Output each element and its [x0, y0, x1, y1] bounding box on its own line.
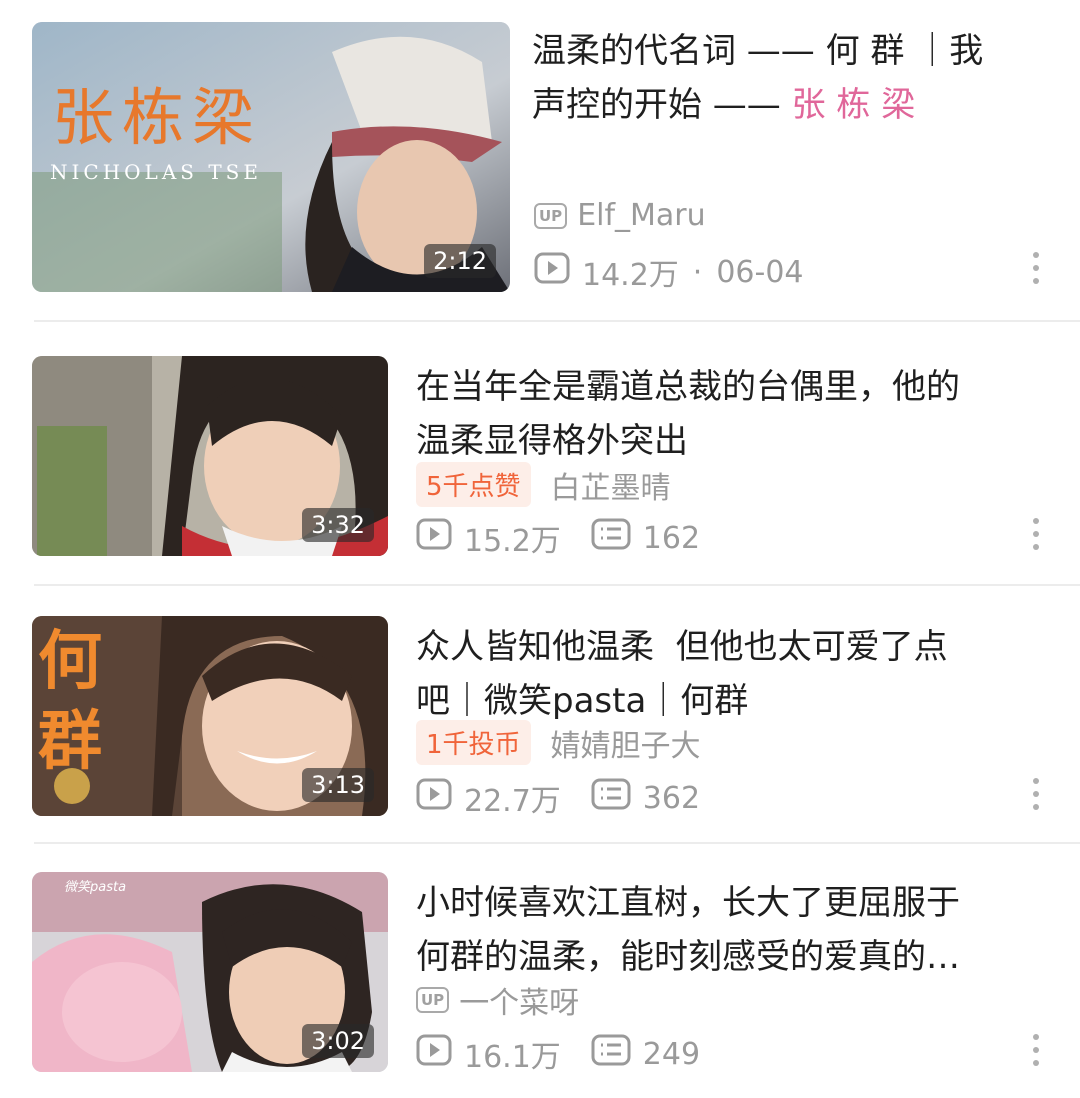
- video-title-highlight: 张 栋 梁: [791, 85, 916, 125]
- video-title[interactable]: 众人皆知他温柔 但他也太可爱了点 吧｜微笑pasta｜何群: [416, 620, 948, 728]
- danmaku-count-icon: [591, 1034, 631, 1074]
- stats-row: 15.2万 162: [416, 516, 700, 560]
- uploader-name[interactable]: 白芷墨晴: [551, 463, 671, 507]
- thumbnail-logo-overlay: 微笑pasta: [64, 880, 127, 895]
- publish-date: 06-04: [716, 254, 804, 290]
- view-count: 14.2万: [582, 258, 679, 293]
- divider: [34, 842, 1080, 844]
- play-count-icon: [416, 778, 452, 818]
- more-vertical-icon[interactable]: [1032, 1034, 1040, 1070]
- video-title[interactable]: 小时候喜欢江直树，长大了更屈服于 何群的温柔，能时刻感受的爱真的…: [416, 876, 960, 984]
- uploader-name[interactable]: Elf_Maru: [577, 198, 705, 233]
- video-duration: 3:13: [302, 768, 374, 802]
- coin-count-tag: 1千投币: [416, 720, 531, 765]
- comment-count: 162: [642, 520, 701, 556]
- video-duration: 3:32: [302, 508, 374, 542]
- comment-count: 362: [642, 780, 701, 816]
- play-count-icon: [416, 1034, 452, 1074]
- video-title-line-1: 温柔的代名词 —— 何 群 ｜我: [532, 31, 984, 71]
- video-title-line-1: 小时候喜欢江直树，长大了更屈服于: [416, 883, 960, 923]
- separator: ·: [692, 254, 703, 290]
- uploader-name[interactable]: 婧婧胆子大: [551, 721, 701, 765]
- video-card-3[interactable]: 何群 3:13 众人皆知他温柔 但他也太可爱了点 吧｜微笑pasta｜何群 1千…: [0, 590, 1080, 840]
- more-vertical-icon[interactable]: [1032, 518, 1040, 554]
- video-title-line-1: 众人皆知他温柔 但他也太可爱了点: [416, 627, 948, 667]
- video-card-4[interactable]: 微笑pasta 3:02 小时候喜欢江直树，长大了更屈服于 何群的温柔，能时刻感…: [0, 846, 1080, 1098]
- thumbnail-subtitle-overlay: NICHOLAS TSE: [50, 160, 262, 184]
- more-vertical-icon[interactable]: [1032, 252, 1040, 288]
- like-count-tag: 5千点赞: [416, 462, 531, 507]
- more-vertical-icon[interactable]: [1032, 778, 1040, 814]
- uploader-row[interactable]: UP Elf_Maru: [534, 198, 706, 233]
- uploader-row[interactable]: 1千投币 婧婧胆子大: [416, 720, 701, 765]
- uploader-badge-icon: UP: [534, 202, 568, 229]
- view-count: 15.2万: [464, 524, 561, 559]
- video-title-line-2: 声控的开始 —— 张 栋 梁: [532, 78, 983, 132]
- thumbnail-title-overlay: 何群: [38, 624, 102, 779]
- video-thumbnail-1[interactable]: 张栋梁 NICHOLAS TSE 2:12: [32, 22, 510, 292]
- video-title-line-2: 温柔显得格外突出: [416, 421, 688, 461]
- video-thumbnail-2[interactable]: 3:32: [32, 356, 388, 556]
- video-title[interactable]: 在当年全是霸道总裁的台偶里，他的 温柔显得格外突出: [416, 360, 960, 468]
- uploader-row[interactable]: UP 一个菜呀: [416, 978, 579, 1022]
- video-thumbnail-4[interactable]: 微笑pasta 3:02: [32, 872, 388, 1072]
- video-card-1[interactable]: 张栋梁 NICHOLAS TSE 2:12 温柔的代名词 —— 何 群 ｜我 声…: [0, 0, 1080, 320]
- video-title-line-1: 在当年全是霸道总裁的台偶里，他的: [416, 367, 960, 407]
- video-title-line-2: 何群的温柔，能时刻感受的爱真的…: [416, 937, 960, 977]
- stats-row: 16.1万 249: [416, 1032, 700, 1076]
- danmaku-count-icon: [591, 778, 631, 818]
- uploader-name[interactable]: 一个菜呀: [459, 978, 579, 1022]
- play-count-icon: [534, 252, 570, 292]
- view-count: 16.1万: [464, 1040, 561, 1075]
- view-count: 22.7万: [464, 784, 561, 819]
- play-count-icon: [416, 518, 452, 558]
- video-thumbnail-3[interactable]: 何群 3:13: [32, 616, 388, 816]
- divider: [34, 320, 1080, 322]
- video-title[interactable]: 温柔的代名词 —— 何 群 ｜我 声控的开始 —— 张 栋 梁: [532, 24, 983, 132]
- comment-count: 249: [642, 1036, 701, 1072]
- danmaku-count-icon: [591, 518, 631, 558]
- stats-row: 22.7万 362: [416, 776, 700, 820]
- video-card-2[interactable]: 3:32 在当年全是霸道总裁的台偶里，他的 温柔显得格外突出 5千点赞 白芷墨晴…: [0, 330, 1080, 580]
- thumbnail-title-overlay: 张栋梁: [52, 81, 263, 154]
- stats-row: 14.2万 · 06-04: [534, 250, 804, 294]
- video-title-line-2-text: 声控的开始 ——: [532, 85, 792, 125]
- divider: [34, 584, 1080, 586]
- uploader-row[interactable]: 5千点赞 白芷墨晴: [416, 462, 671, 507]
- video-duration: 3:02: [302, 1024, 374, 1058]
- video-duration: 2:12: [424, 244, 496, 278]
- uploader-badge-icon: UP: [416, 987, 450, 1013]
